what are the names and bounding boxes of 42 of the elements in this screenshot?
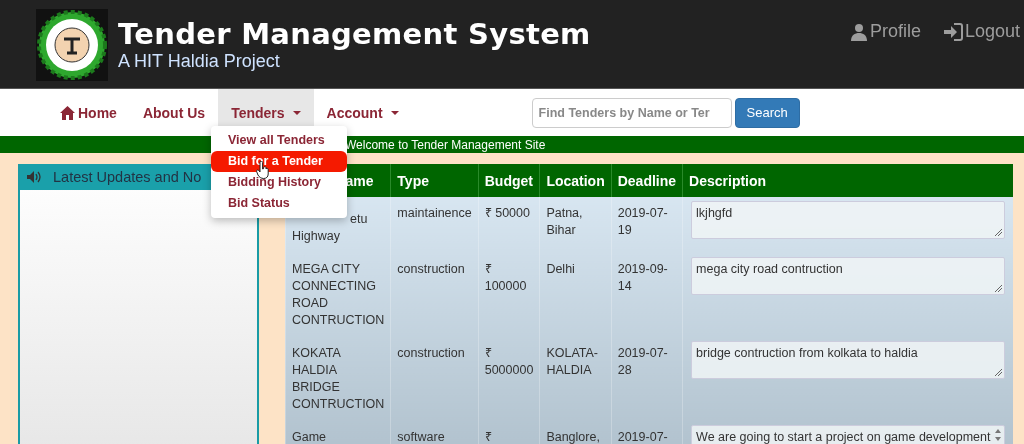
home-icon: [60, 105, 75, 120]
column-header: Description: [682, 164, 1014, 197]
table-cell: 2019-09-14: [611, 253, 683, 337]
column-header: Type: [390, 164, 479, 197]
table-cell: MEGA CITY CONNECTING ROAD CONTRUCTION: [285, 253, 391, 337]
table-cell: 2019-07-: [611, 421, 683, 444]
table-cell: KOKATA HALDIA BRIDGE CONTRUCTION: [285, 337, 391, 421]
column-header: Budget: [478, 164, 540, 197]
search-field[interactable]: Find Tenders by Name or Ter: [531, 97, 732, 128]
table-cell: KOLATA-HALDIA: [539, 337, 612, 421]
search-button[interactable]: Search: [734, 97, 800, 128]
profile-link[interactable]: Profile: [849, 21, 921, 42]
table-cell: ₹ 100000: [478, 253, 540, 337]
table-cell: 2019-07-28: [611, 337, 683, 421]
table-cell: ₹ 5000000: [478, 337, 540, 421]
logout-icon: [942, 22, 963, 41]
description-field[interactable]: bridge contruction from kolkata to haldia: [691, 341, 1006, 379]
table-cell: construction: [390, 253, 479, 337]
description-field[interactable]: We are going to start a project on game development: [691, 425, 1006, 444]
table-cell: Patna, Bihar: [539, 197, 612, 253]
description-field[interactable]: mega city road contruction: [691, 257, 1006, 295]
table-cell: 2019-07-19: [611, 197, 683, 253]
college-logo-icon: [36, 9, 108, 81]
site-title: Tender Management System: [118, 17, 591, 51]
welcome-text: Welcome to Tender Management Site: [345, 137, 546, 152]
logout-link[interactable]: Logout: [942, 21, 1020, 42]
nav-link[interactable]: Home: [47, 89, 130, 136]
table-cell: maintainence: [390, 197, 479, 253]
table-cell: Game: [285, 421, 391, 444]
table-cell: Banglore,: [539, 421, 612, 444]
table-cell: ₹: [478, 421, 540, 444]
table-cell: software: [390, 421, 479, 444]
speaker-icon: [27, 171, 43, 183]
table-cell: construction: [390, 337, 479, 421]
table-cell: ₹ 50000: [478, 197, 540, 253]
column-header: Location: [539, 164, 612, 197]
description-field[interactable]: lkjhgfd: [691, 201, 1006, 239]
site-subtitle: A HIT Haldia Project: [118, 51, 281, 71]
panel-title: Latest Updates and No: [53, 169, 202, 185]
user-icon: [849, 22, 868, 41]
column-header: Deadline: [611, 164, 683, 197]
table-cell: Delhi: [539, 253, 612, 337]
